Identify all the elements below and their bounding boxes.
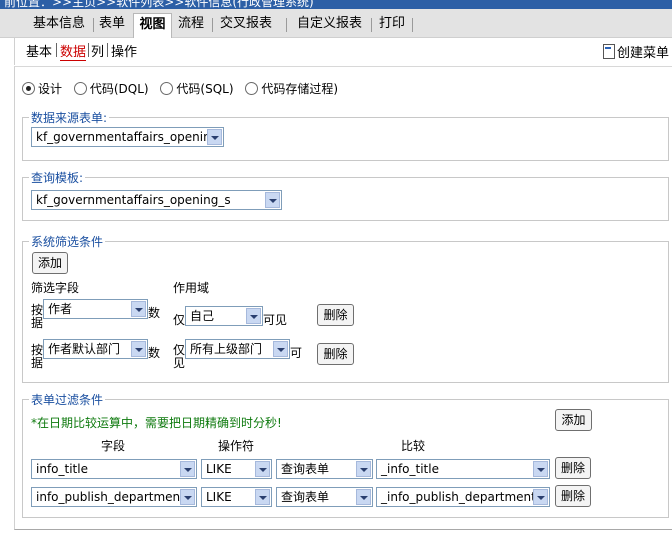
- form-filter-add-button[interactable]: 添加: [555, 409, 592, 431]
- sub-tab-bar: 基本 数据 列 操作: [14, 37, 672, 65]
- chevron-down-icon: [533, 461, 548, 477]
- tab-separator: [212, 18, 213, 32]
- tab-form[interactable]: 表单: [99, 14, 127, 34]
- create-menu-label: 创建菜单: [617, 46, 670, 61]
- delete-button[interactable]: 删除: [555, 485, 591, 507]
- scope-prefix-label: 仅: [173, 313, 186, 327]
- chevron-down-icon: [255, 489, 270, 505]
- system-filter-legend: 系统筛选条件: [31, 235, 104, 249]
- compare-target-select[interactable]: 查询表单: [276, 459, 373, 479]
- query-template-legend: 查询模板:: [31, 171, 84, 185]
- subtab-separator: [56, 43, 57, 57]
- tab-custom-report[interactable]: 自定义报表: [297, 14, 363, 34]
- radio-icon: [245, 82, 259, 95]
- create-menu-button[interactable]: 创建菜单: [603, 42, 669, 61]
- col-field: 字段: [101, 439, 126, 453]
- col-operator: 操作符: [218, 439, 255, 453]
- radio-icon: [160, 82, 174, 95]
- datasource-select[interactable]: kf_governmentaffairs_opening: [31, 127, 224, 147]
- chevron-down-icon: [180, 461, 195, 477]
- tab-flow[interactable]: 流程: [178, 14, 206, 34]
- chevron-down-icon: [131, 301, 146, 317]
- col-scope: 作用域: [173, 281, 210, 295]
- tab-basic-info[interactable]: 基本信息: [33, 14, 87, 34]
- chevron-down-icon: [273, 341, 288, 357]
- breadcrumb: 前位置：>>主页>>软件列表>>软件信息(行政管理系统): [4, 0, 314, 9]
- datasource-legend: 数据来源表单:: [31, 111, 108, 125]
- subtab-separator: [107, 43, 108, 57]
- chevron-down-icon: [207, 129, 222, 145]
- filter-field-select[interactable]: 作者: [43, 299, 148, 319]
- tab-cross-report[interactable]: 交叉报表: [220, 14, 275, 34]
- system-filter-add-button[interactable]: 添加: [32, 252, 68, 274]
- chevron-down-icon: [180, 489, 195, 505]
- subtab-data[interactable]: 数据: [60, 41, 87, 61]
- chevron-down-icon: [356, 489, 371, 505]
- subtab-basic[interactable]: 基本: [26, 41, 52, 60]
- chevron-down-icon: [356, 461, 371, 477]
- document-icon: [603, 44, 615, 59]
- scope-select[interactable]: 所有上级部门: [185, 339, 290, 359]
- col-compare: 比较: [401, 439, 426, 453]
- radio-dql[interactable]: 代码(DQL): [73, 80, 149, 97]
- operator-select[interactable]: LIKE: [201, 459, 272, 479]
- scope-suffix-label: 可: [290, 346, 303, 360]
- tab-separator: [93, 18, 94, 32]
- radio-sql[interactable]: 代码(SQL): [160, 80, 234, 97]
- tab-print[interactable]: 打印: [379, 14, 407, 34]
- delete-button[interactable]: 删除: [317, 304, 354, 326]
- row-suffix-label: 数: [148, 346, 161, 360]
- compare-target-select[interactable]: 查询表单: [276, 487, 373, 507]
- tab-separator: [412, 18, 413, 32]
- filter-field-select[interactable]: 作者默认部门: [43, 339, 148, 359]
- operator-select[interactable]: LIKE: [201, 487, 272, 507]
- compare-value-select[interactable]: _info_title: [376, 459, 550, 479]
- chevron-down-icon: [533, 489, 548, 505]
- scope-suffix-label: 可见: [263, 313, 288, 327]
- query-template-select[interactable]: kf_governmentaffairs_opening_s: [31, 190, 282, 210]
- form-filter-legend: 表单过滤条件: [31, 393, 104, 407]
- compare-value-select[interactable]: _info_publish_department: [376, 487, 550, 507]
- date-precision-note: *在日期比较运算中，需要把日期精确到时分秒!: [31, 416, 282, 430]
- tab-separator: [286, 18, 287, 32]
- radio-checked-icon: [22, 82, 35, 95]
- chevron-down-icon: [255, 461, 270, 477]
- row-suffix-label: 数: [148, 306, 161, 320]
- tab-view[interactable]: 视图: [133, 13, 172, 38]
- radio-icon: [73, 82, 87, 95]
- chevron-down-icon: [131, 341, 146, 357]
- tab-separator: [371, 18, 372, 32]
- subtab-action[interactable]: 操作: [111, 41, 137, 60]
- delete-button[interactable]: 删除: [555, 457, 591, 479]
- delete-button[interactable]: 删除: [317, 343, 354, 365]
- main-tab-bar: 基本信息 表单 视图 流程 交叉报表 自定义报表 打印: [0, 9, 672, 38]
- col-filter-field: 筛选字段: [31, 281, 80, 295]
- condition-field-select[interactable]: info_publish_department: [31, 487, 197, 507]
- source-type-radio-group: 设计 代码(DQL) 代码(SQL) 代码存储过程): [22, 80, 346, 97]
- chevron-down-icon: [265, 192, 280, 208]
- scope-select[interactable]: 自己: [185, 306, 263, 326]
- chevron-down-icon: [246, 308, 261, 324]
- subtab-column[interactable]: 列: [91, 41, 104, 60]
- radio-design[interactable]: 设计: [22, 80, 62, 97]
- subtab-separator: [88, 43, 89, 57]
- condition-field-select[interactable]: info_title: [31, 459, 197, 479]
- breadcrumb-bar: 前位置：>>主页>>软件列表>>软件信息(行政管理系统): [0, 0, 672, 9]
- radio-stored-procedure[interactable]: 代码存储过程): [245, 80, 338, 97]
